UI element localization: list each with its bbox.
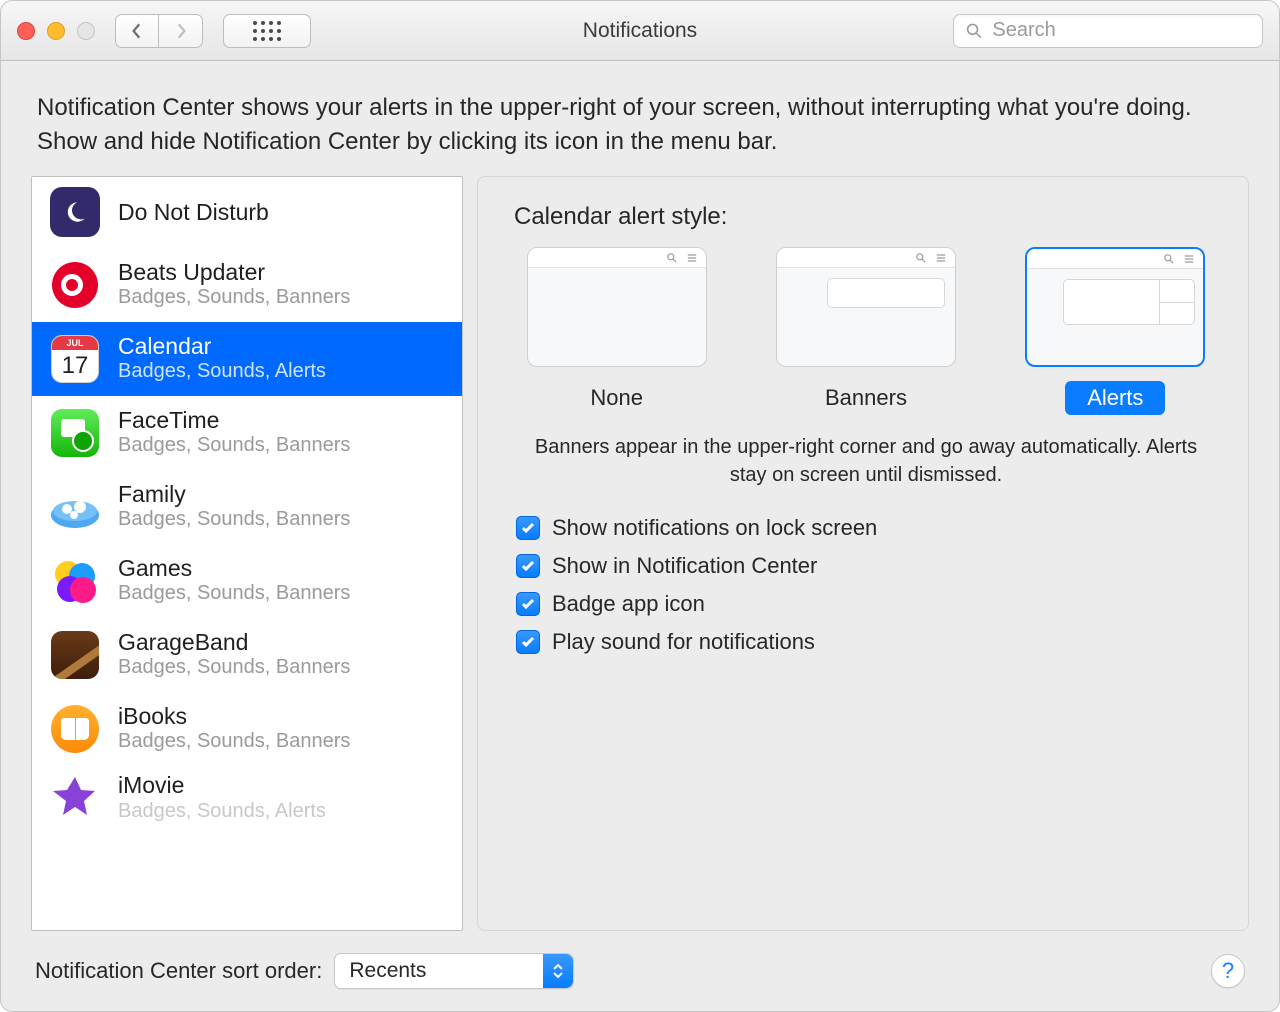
list-item-sub: Badges, Sounds, Banners	[118, 433, 350, 458]
list-item-family[interactable]: Family Badges, Sounds, Banners	[32, 470, 462, 544]
search-icon	[966, 22, 982, 40]
list-mini-icon	[1183, 253, 1195, 265]
zoom-button[interactable]	[77, 22, 95, 40]
search-field[interactable]	[953, 14, 1263, 48]
list-item-do-not-disturb[interactable]: Do Not Disturb	[32, 177, 462, 248]
style-description: Banners appear in the upper-right corner…	[514, 433, 1218, 489]
check-badge[interactable]: Badge app icon	[516, 591, 1218, 617]
preview-none	[527, 247, 707, 367]
titlebar: Notifications	[1, 1, 1279, 61]
calendar-icon-day: 17	[52, 350, 98, 382]
list-item-games[interactable]: Games Badges, Sounds, Banners	[32, 544, 462, 618]
style-label-none: None	[568, 381, 665, 415]
list-item-ibooks[interactable]: iBooks Badges, Sounds, Banners	[32, 692, 462, 766]
list-item-label: Do Not Disturb	[118, 199, 269, 225]
checkbox-icon	[516, 516, 540, 540]
check-sound[interactable]: Play sound for notifications	[516, 629, 1218, 655]
main-content: Do Not Disturb Beats Updater Badges, Sou…	[1, 176, 1279, 931]
help-button[interactable]: ?	[1211, 954, 1245, 988]
garageband-icon	[50, 630, 100, 680]
list-item-sub: Badges, Sounds, Alerts	[118, 359, 326, 384]
intro-text: Notification Center shows your alerts in…	[1, 61, 1279, 176]
nav-buttons	[115, 14, 203, 48]
stepper-icon	[543, 954, 573, 988]
close-button[interactable]	[17, 22, 35, 40]
grid-icon	[253, 21, 281, 41]
help-icon: ?	[1222, 958, 1234, 984]
show-all-button[interactable]	[223, 14, 311, 48]
check-label: Show notifications on lock screen	[552, 515, 877, 541]
sort-order-label: Notification Center sort order:	[35, 958, 322, 984]
list-item-calendar[interactable]: JUL 17 Calendar Badges, Sounds, Alerts	[32, 322, 462, 396]
check-lock-screen[interactable]: Show notifications on lock screen	[516, 515, 1218, 541]
list-item-label: Games	[118, 555, 350, 581]
preview-banners	[776, 247, 956, 367]
list-item-sub: Badges, Sounds, Banners	[118, 285, 350, 310]
list-item-facetime[interactable]: FaceTime Badges, Sounds, Banners	[32, 396, 462, 470]
alert-style-alerts[interactable]: Alerts	[1025, 247, 1205, 415]
list-item-sub: Badges, Sounds, Alerts	[118, 799, 326, 824]
calendar-icon: JUL 17	[50, 334, 100, 384]
chevron-right-icon	[174, 22, 188, 40]
preview-alerts	[1025, 247, 1205, 367]
beats-icon	[50, 260, 100, 310]
imovie-icon	[50, 772, 100, 822]
calendar-icon-month: JUL	[52, 336, 98, 350]
style-label-banners: Banners	[803, 381, 929, 415]
family-icon	[50, 482, 100, 532]
list-item-sub: Badges, Sounds, Banners	[118, 507, 350, 532]
list-mini-icon	[935, 252, 947, 264]
list-item-label: GarageBand	[118, 629, 350, 655]
window-controls	[17, 22, 95, 40]
list-item-sub: Badges, Sounds, Banners	[118, 729, 350, 754]
dropdown-value: Recents	[349, 959, 426, 983]
alert-style-row: None Banners	[514, 247, 1218, 415]
list-item-sub: Badges, Sounds, Banners	[118, 655, 350, 680]
alert-style-none[interactable]: None	[527, 247, 707, 415]
search-mini-icon	[1163, 253, 1175, 265]
check-notification-center[interactable]: Show in Notification Center	[516, 553, 1218, 579]
back-button[interactable]	[115, 14, 159, 48]
list-item-sub: Badges, Sounds, Banners	[118, 581, 350, 606]
list-item-imovie[interactable]: iMovie Badges, Sounds, Alerts	[32, 766, 462, 833]
checkbox-icon	[516, 630, 540, 654]
list-item-label: Beats Updater	[118, 259, 350, 285]
forward-button[interactable]	[159, 14, 203, 48]
check-label: Badge app icon	[552, 591, 705, 617]
checkbox-group: Show notifications on lock screen Show i…	[514, 515, 1218, 655]
preferences-window: Notifications Notification Center shows …	[0, 0, 1280, 1012]
moon-icon	[50, 187, 100, 237]
list-mini-icon	[686, 252, 698, 264]
list-item-label: iMovie	[118, 772, 326, 798]
footer: Notification Center sort order: Recents …	[1, 931, 1279, 1011]
app-list[interactable]: Do Not Disturb Beats Updater Badges, Sou…	[31, 176, 463, 931]
list-item-label: iBooks	[118, 703, 350, 729]
sort-order-dropdown[interactable]: Recents	[334, 953, 574, 989]
search-input[interactable]	[990, 18, 1250, 43]
checkbox-icon	[516, 592, 540, 616]
games-icon	[50, 556, 100, 606]
list-item-label: Family	[118, 481, 350, 507]
style-label-alerts: Alerts	[1065, 381, 1165, 415]
search-mini-icon	[666, 252, 678, 264]
check-label: Play sound for notifications	[552, 629, 815, 655]
alert-style-banners[interactable]: Banners	[776, 247, 956, 415]
detail-heading: Calendar alert style:	[514, 203, 1218, 231]
list-item-label: FaceTime	[118, 407, 350, 433]
facetime-icon	[50, 408, 100, 458]
search-mini-icon	[915, 252, 927, 264]
chevron-left-icon	[130, 22, 144, 40]
check-label: Show in Notification Center	[552, 553, 817, 579]
ibooks-icon	[50, 704, 100, 754]
list-item-beats-updater[interactable]: Beats Updater Badges, Sounds, Banners	[32, 248, 462, 322]
list-item-garageband[interactable]: GarageBand Badges, Sounds, Banners	[32, 618, 462, 692]
minimize-button[interactable]	[47, 22, 65, 40]
detail-pane: Calendar alert style: None	[477, 176, 1249, 931]
checkbox-icon	[516, 554, 540, 578]
list-item-label: Calendar	[118, 333, 326, 359]
